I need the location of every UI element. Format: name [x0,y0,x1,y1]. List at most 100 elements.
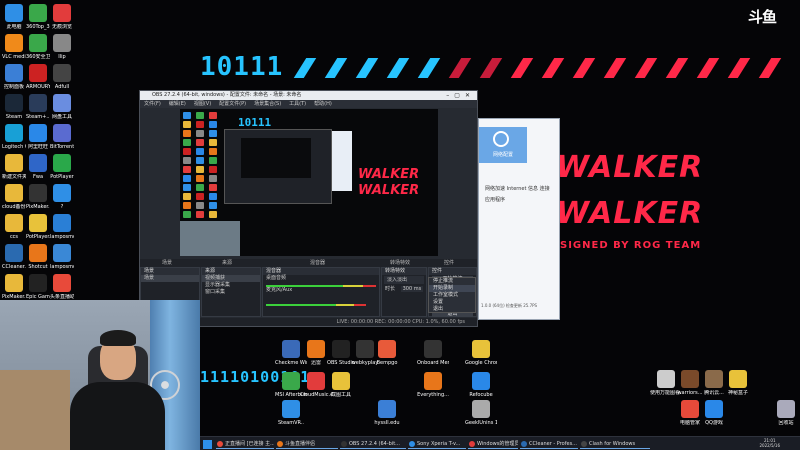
dock-tab-0[interactable]: 场景 [162,259,172,267]
windows-start-icon[interactable] [203,440,212,449]
desktop-icon[interactable]: Google Chrome [465,340,497,376]
obs-title: OBS 27.2.4 (64-bit, windows) - 配置文件: 未命名… [152,92,302,98]
taskbar-item[interactable]: 斗鱼直播伴侣 [276,439,338,449]
preview-icon [196,157,204,164]
desktop-icon-label: Fwa [32,174,44,180]
obs-menu-item[interactable]: 编辑(E) [169,101,186,107]
wallpaper-stripe [293,58,317,78]
context-menu-item[interactable]: 开始录制 [429,285,475,292]
desktop-icon-label: Steam [5,114,23,120]
obs-menu-item[interactable]: 工具(T) [289,101,306,107]
cloud-icon [53,94,71,112]
desktop-icon[interactable]: 截图工具 [325,372,357,408]
logitech-icon [5,124,23,142]
desktop-icon-label: Bempgo [376,360,398,366]
duration-value[interactable]: 300 ms [400,286,424,292]
app-sidebar[interactable]: 网络配置 [479,127,527,163]
mixer-dock[interactable]: 混音器 桌面音频 麦克风/Aux [262,267,380,317]
preview-walker-top: WALKER [358,167,420,182]
preview-walker-bottom: WALKER [358,183,420,198]
torrent-icon [53,124,71,142]
network-app-window[interactable]: 网络配置 网络加速 Internet 信息 连接 应用程序 1.0.0 (64位… [478,118,560,320]
taskbar-item[interactable]: OBS 27.2.4 (64-bit... [340,439,406,449]
desktop-icon-label: hyssIl.edu [374,420,400,426]
context-menu-item[interactable]: 退出 [429,306,475,313]
desktop-icon[interactable]: Onboard Memory... [417,340,449,376]
context-menu-item[interactable]: 设置 [429,299,475,306]
preview-icon [183,148,191,155]
preview-icon [183,184,191,191]
obs-titlebar[interactable]: OBS 27.2.4 (64-bit, windows) - 配置文件: 未命名… [140,91,477,100]
desktop-icon-label: 360Top_3... [26,24,50,30]
preview-digits: 10111 [238,116,272,129]
audio-meter-mic [266,304,366,306]
taskbar-item-label: Windows的管理员... [477,441,518,447]
context-menu[interactable]: 停止推流 开始录制 工作室模式 设置 退出 [428,277,476,313]
source-item[interactable]: 视频捕获 [202,275,260,282]
desktop-icon[interactable]: Everything... [417,372,449,408]
desktop-icon-label: Steam+... [26,114,50,120]
chrome-icon [472,340,490,358]
transition-select[interactable]: 淡入淡出 [384,276,424,284]
dock-tab-2[interactable]: 混音器 [310,259,325,267]
window-controls[interactable]: –▢✕ [446,91,475,100]
desktop-icon-label: ccs [9,234,19,240]
desktop-icon-label: lamposmo... [50,234,74,240]
wallpaper-stripe [758,58,782,78]
dock-tab-3[interactable]: 转场特效 [390,259,410,267]
wallpaper-walker-bottom: WALKER [556,196,704,231]
preview-icon [209,112,217,119]
taskbar-item[interactable]: Sony Xperia T-v... [408,439,466,449]
sources-dock[interactable]: 来源 视频捕获 显示器采集 窗口采集 [201,267,261,317]
dock-tab-4[interactable]: 控件 [444,259,454,267]
context-menu-item[interactable]: 停止推流 [429,278,475,285]
desktop-icon[interactable]: GeeklUnins 1.4.8.151 [465,400,497,436]
source-item[interactable]: 显示器采集 [202,282,260,289]
folder-icon [5,274,23,292]
thunder-icon [307,340,325,358]
help-icon [53,184,71,202]
taskbar-item[interactable]: Clash for Windows [580,439,650,449]
ccleaner-icon [5,244,23,262]
taskbar-clock[interactable]: 21:01 2022/5/16 [759,438,780,448]
scene-item[interactable]: 场景 [141,275,199,282]
preview-icon [183,166,191,173]
app-icon [378,400,396,418]
dock-tab-1[interactable]: 来源 [222,259,232,267]
desktop-icon-label: QQ游戏 [705,420,723,426]
desktop-icon[interactable]: SteamVR.. [275,400,307,436]
desktop-icon-label: ? [60,204,64,210]
app-line-2: 应用程序 [485,197,506,203]
obs-menu-item[interactable]: 视图(V) [194,101,211,107]
taskbar-item[interactable]: CCleaner - Profes... [520,439,578,449]
desktop-icon-label: 新建文件夹 [2,174,26,180]
desktop-icon[interactable]: 回收站 [770,400,800,436]
app-icon [521,441,527,447]
desktop-icon[interactable]: QQ游戏 [698,400,730,436]
desktop-icon[interactable]: Bempgo [371,340,403,376]
desktop-icon-label: ARMOURY CRATE [26,84,50,90]
taskbar-item[interactable]: Windows的管理员... [468,439,518,449]
steam-icon [5,94,23,112]
context-menu-item[interactable]: 工作室模式 [429,292,475,299]
preview-icon [209,130,217,137]
music-icon [307,372,325,390]
desktop-icon[interactable]: hyssIl.edu [371,400,403,436]
preview-icon [183,130,191,137]
obs-menu-item[interactable]: 配置文件(P) [219,101,246,107]
preview-icon [209,157,217,164]
obs-menu-item[interactable]: 文件(F) [144,101,161,107]
app-icon [29,154,47,172]
qq-icon [705,400,723,418]
obs-preview[interactable]: 10111 WALKER WALKER [180,109,438,256]
preview-icon [196,112,204,119]
duration-row[interactable]: 时长 300 ms [382,285,426,293]
obs-menu-item[interactable]: 场景集合(S) [254,101,281,107]
source-item[interactable]: 窗口采集 [202,289,260,296]
taskbar-item[interactable]: 正直播间 [已连接 主... [216,439,274,449]
taskbar-item-label: Clash for Windows [589,441,636,447]
transitions-dock[interactable]: 转场特效 淡入淡出 时长 300 ms [381,267,427,317]
app-icon [282,340,300,358]
mixer-track-desktop: 桌面音频 [266,275,287,281]
obs-menu-item[interactable]: 帮助(H) [314,101,332,107]
